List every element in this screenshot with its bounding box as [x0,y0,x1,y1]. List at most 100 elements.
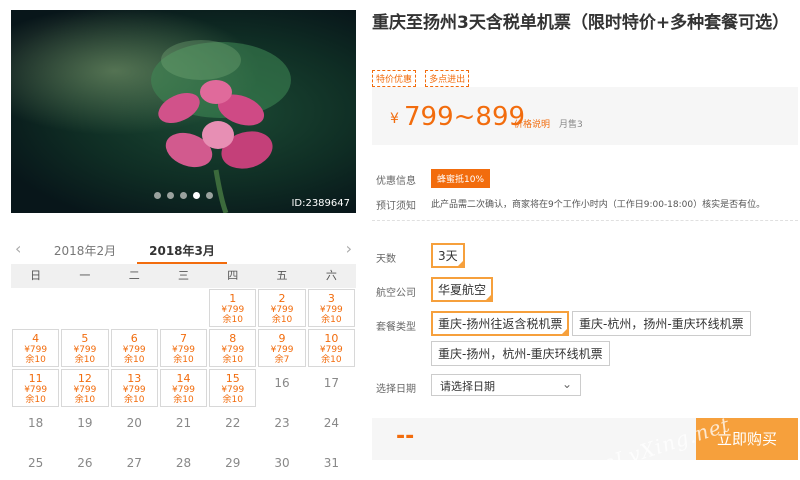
calendar-day: 20 [110,408,159,448]
day-day: 11 [28,372,43,385]
calendar-day-available[interactable]: 12 ¥799 余10 [61,369,109,407]
calendar-day: 27 [110,448,159,480]
day-day: 23 [274,416,290,430]
calendar-day: 23 [257,408,306,448]
calendar-day: 30 [257,448,306,480]
day-day: 22 [225,416,241,430]
calendar-day-available[interactable]: 10 ¥799 余10 [307,329,355,367]
day-price: ¥799 [270,305,294,315]
day-day: 9 [278,332,286,345]
weekday-label: 一 [79,269,91,282]
day-day: 4 [32,332,40,345]
day-stock: 余10 [123,395,145,405]
weekday-label: 五 [276,269,288,282]
days-label: 天数 [376,254,396,265]
calendar-day: 29 [208,448,257,480]
calendar-day-available[interactable]: 6 ¥799 余10 [110,329,158,367]
day-stock: 余10 [25,355,46,365]
calendar-day-available[interactable]: 1 ¥799 余10 [209,289,257,327]
date-select-value: 请选择日期 [440,380,495,393]
monthly-sales: 月售3 [559,120,583,130]
day-stock: 余10 [222,395,243,405]
next-month-arrow-icon[interactable]: › [346,239,352,258]
airline-option[interactable]: 华夏航空 [431,277,494,302]
day-stock: 余10 [74,355,96,365]
day-stock: 余10 [173,355,194,365]
day-day: 17 [323,376,339,390]
product-title: 重庆至扬州3天含税单机票（限时特价+多种套餐可选） [372,13,790,33]
day-price: ¥799 [24,345,48,355]
calendar-empty-cell [60,288,109,328]
day-price: ¥799 [172,385,195,395]
calendar-day-available[interactable]: 9 ¥799 余7 [258,329,306,367]
day-day: 20 [126,416,142,430]
calendar-day-available[interactable]: 15 ¥799 余10 [209,369,257,407]
day-day: 15 [225,372,240,385]
day-day: 6 [130,332,138,345]
calendar-day-available[interactable]: 13 ¥799 余10 [110,369,158,407]
day-day: 10 [324,332,339,345]
weekday-label: 二 [128,269,140,282]
calendar-day-available[interactable]: 11 ¥799 余10 [12,369,60,407]
calendar-day-available[interactable]: 7 ¥799 余10 [159,329,208,367]
date-select[interactable]: 请选择日期 ⌄ [431,374,581,396]
calendar-day-available[interactable]: 8 ¥799 余10 [209,329,257,367]
date-label: 选择日期 [376,384,416,395]
calendar-day-available[interactable]: 3 ¥799 余10 [307,289,355,327]
weekday-label: 三 [177,269,189,282]
day-price: ¥799 [319,345,343,355]
prev-month-arrow-icon[interactable]: ‹ [15,239,21,258]
calendar-day: 25 [11,448,60,480]
calendar-nav: ‹ 2018年2月 2018年3月 › [11,236,356,264]
calendar-week-row: 18 19 20 21 22 23 24 [11,408,356,448]
package-label: 套餐类型 [376,322,416,333]
price-explain-link[interactable]: 价格说明 [514,117,550,130]
package-option-roundtrip[interactable]: 重庆-扬州往返含税机票 [431,311,570,336]
day-stock: 余10 [123,355,145,365]
carousel-dot[interactable] [193,192,200,199]
day-price: ¥799 [73,345,97,355]
calendar-day: 22 [208,408,257,448]
day-day: 7 [179,332,187,345]
day-stock: 余10 [321,315,342,325]
day-day: 14 [176,372,191,385]
notice-text: 此产品需二次确认，商家将在9个工作小时内（工作日9:00-18:00）核实是否有… [431,200,766,210]
day-price: ¥799 [221,345,245,355]
day-day: 13 [127,372,142,385]
day-day: 31 [323,456,339,470]
day-stock: 余10 [25,395,46,405]
package-option-loop-a[interactable]: 重庆-杭州，扬州-重庆环线机票 [572,311,751,336]
product-tags: 特价优惠 多点进出 [372,67,473,87]
day-price: ¥799 [122,345,146,355]
calendar-day-available[interactable]: 4 ¥799 余10 [12,329,60,367]
promo-label: 优惠信息 [376,176,416,187]
current-month-tab[interactable]: 2018年3月 [137,242,227,264]
prev-month-tab[interactable]: 2018年2月 [40,242,130,259]
carousel-dot[interactable] [167,192,174,199]
image-id: ID:2389647 [291,198,350,209]
day-day: 1 [229,292,237,305]
day-day: 5 [81,332,89,345]
product-image[interactable]: ID:2389647 [11,10,356,213]
calendar-empty-cell [11,288,60,328]
total-price: -- [396,424,415,449]
calendar-day-available[interactable]: 14 ¥799 余10 [159,369,208,407]
day-stock: 余10 [222,355,243,365]
days-option-3[interactable]: 3天 [431,243,465,268]
tag-multi-entry: 多点进出 [425,70,470,87]
carousel-dot[interactable] [154,192,161,199]
day-day: 29 [225,456,241,470]
calendar-day-available[interactable]: 5 ¥799 余10 [61,329,109,367]
carousel-dot[interactable] [206,192,213,199]
calendar-empty-cell [159,288,208,328]
package-option-loop-b[interactable]: 重庆-扬州，杭州-重庆环线机票 [431,341,610,366]
carousel-dot[interactable] [180,192,187,199]
day-day: 28 [175,456,192,470]
calendar-day-available[interactable]: 2 ¥799 余10 [258,289,306,327]
day-price: ¥799 [319,305,343,315]
calendar-day: 18 [11,408,60,448]
day-day: 18 [28,416,44,430]
day-day: 12 [77,372,92,385]
day-stock: 余7 [274,355,290,365]
price-range: 799~899 [404,102,526,132]
